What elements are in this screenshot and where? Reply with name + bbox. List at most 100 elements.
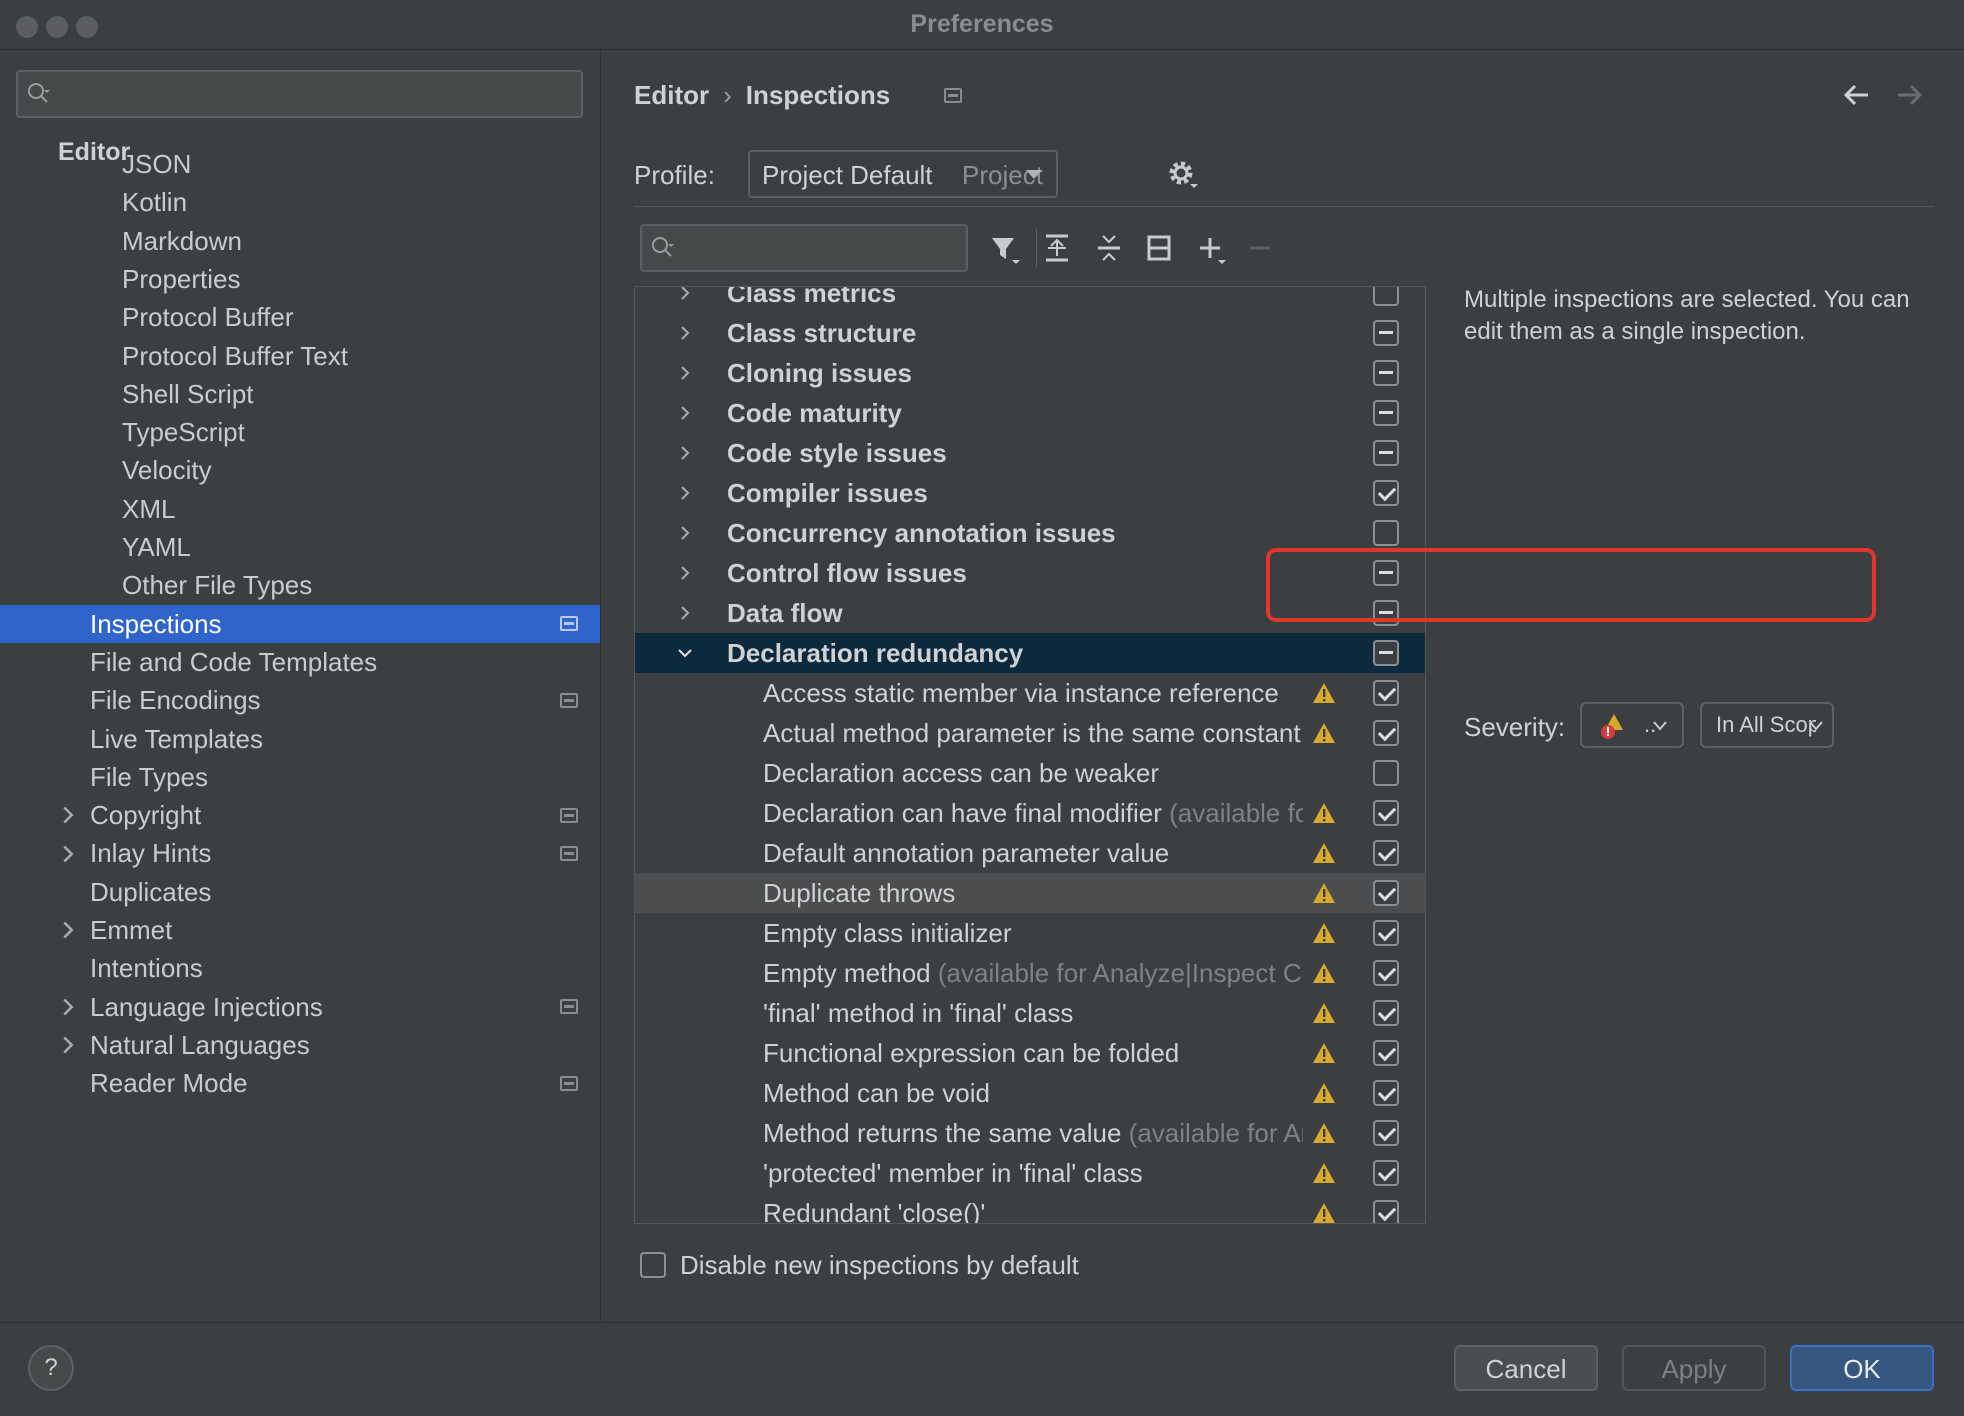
chevron-right-icon[interactable] bbox=[677, 525, 693, 541]
sidebar-item[interactable]: Language Injections bbox=[0, 988, 600, 1026]
inspection-group-row[interactable]: Data flow bbox=[635, 593, 1425, 633]
inspection-checkbox[interactable] bbox=[1373, 680, 1399, 706]
gear-icon[interactable] bbox=[1166, 158, 1200, 192]
inspection-search-input[interactable] bbox=[640, 224, 968, 272]
chevron-right-icon[interactable] bbox=[677, 365, 693, 381]
sidebar-item[interactable]: Velocity bbox=[0, 451, 600, 489]
sidebar-item[interactable]: Natural Languages bbox=[0, 1026, 600, 1064]
inspection-checkbox[interactable] bbox=[1373, 600, 1399, 626]
chevron-right-icon[interactable] bbox=[677, 325, 693, 341]
add-icon[interactable] bbox=[1192, 228, 1230, 268]
inspection-row[interactable]: Duplicate throws bbox=[635, 873, 1425, 913]
chevron-right-icon[interactable] bbox=[677, 445, 693, 461]
filter-icon[interactable] bbox=[986, 228, 1024, 268]
inspection-checkbox[interactable] bbox=[1373, 320, 1399, 346]
severity-dropdown[interactable]: .. bbox=[1580, 702, 1684, 748]
chevron-right-icon[interactable] bbox=[58, 920, 78, 940]
sidebar-item[interactable]: Protocol Buffer Text bbox=[0, 337, 600, 375]
inspection-row[interactable]: Default annotation parameter value bbox=[635, 833, 1425, 873]
inspection-checkbox[interactable] bbox=[1373, 287, 1399, 306]
sidebar-item[interactable]: Live Templates bbox=[0, 720, 600, 758]
inspection-group-row[interactable]: Concurrency annotation issues bbox=[635, 513, 1425, 553]
sidebar-item[interactable]: Intentions bbox=[0, 949, 600, 987]
inspection-checkbox[interactable] bbox=[1373, 840, 1399, 866]
chevron-right-icon[interactable] bbox=[58, 844, 78, 864]
inspection-row[interactable]: Functional expression can be folded bbox=[635, 1033, 1425, 1073]
chevron-right-icon[interactable] bbox=[677, 485, 693, 501]
chevron-right-icon[interactable] bbox=[58, 997, 78, 1017]
inspection-row[interactable]: Access static member via instance refere… bbox=[635, 673, 1425, 713]
inspection-checkbox[interactable] bbox=[1373, 1080, 1399, 1106]
inspection-checkbox[interactable] bbox=[1373, 360, 1399, 386]
expand-all-icon[interactable] bbox=[1038, 228, 1076, 268]
inspection-row[interactable]: Empty class initializer bbox=[635, 913, 1425, 953]
disable-new-inspections-checkbox[interactable] bbox=[640, 1252, 666, 1278]
inspection-row[interactable]: 'protected' member in 'final' class bbox=[635, 1153, 1425, 1193]
chevron-right-icon[interactable] bbox=[58, 805, 78, 825]
chevron-right-icon[interactable] bbox=[677, 286, 693, 301]
inspection-checkbox[interactable] bbox=[1373, 520, 1399, 546]
sidebar-item[interactable]: Reader Mode bbox=[0, 1064, 600, 1102]
back-arrow-icon[interactable] bbox=[1840, 78, 1874, 112]
inspection-checkbox[interactable] bbox=[1373, 800, 1399, 826]
sidebar-item[interactable]: Kotlin bbox=[0, 183, 600, 221]
sidebar-search-input[interactable] bbox=[16, 70, 583, 118]
inspection-checkbox[interactable] bbox=[1373, 1200, 1399, 1223]
inspection-group-row[interactable]: Class metrics bbox=[635, 286, 1425, 313]
apply-button[interactable]: Apply bbox=[1622, 1345, 1766, 1391]
sidebar-item[interactable]: Duplicates bbox=[0, 873, 600, 911]
inspection-checkbox[interactable] bbox=[1373, 1040, 1399, 1066]
inspection-checkbox[interactable] bbox=[1373, 480, 1399, 506]
inspection-group-row[interactable]: Control flow issues bbox=[635, 553, 1425, 593]
cancel-button[interactable]: Cancel bbox=[1454, 1345, 1598, 1391]
inspection-checkbox[interactable] bbox=[1373, 920, 1399, 946]
sidebar-item[interactable]: File Encodings bbox=[0, 681, 600, 719]
inspection-checkbox[interactable] bbox=[1373, 560, 1399, 586]
sidebar-item[interactable]: File and Code Templates bbox=[0, 643, 600, 681]
scope-dropdown[interactable]: In All Scopes bbox=[1700, 702, 1834, 748]
breadcrumb-parent[interactable]: Editor bbox=[634, 80, 709, 111]
chevron-right-icon[interactable] bbox=[677, 565, 693, 581]
sidebar-item[interactable]: Inspections bbox=[0, 604, 600, 643]
chevron-right-icon[interactable] bbox=[58, 1035, 78, 1055]
inspection-checkbox[interactable] bbox=[1373, 760, 1399, 786]
disable-new-inspections-label[interactable]: Disable new inspections by default bbox=[680, 1250, 1079, 1281]
inspection-row[interactable]: Method can be void bbox=[635, 1073, 1425, 1113]
chevron-right-icon[interactable] bbox=[677, 405, 693, 421]
inspection-group-row[interactable]: Code maturity bbox=[635, 393, 1425, 433]
inspection-row[interactable]: 'final' method in 'final' class bbox=[635, 993, 1425, 1033]
inspection-group-row[interactable]: Compiler issues bbox=[635, 473, 1425, 513]
sidebar-item[interactable]: File Types bbox=[0, 758, 600, 796]
sidebar-item[interactable]: Properties bbox=[0, 260, 600, 298]
inspection-row[interactable]: Actual method parameter is the same cons… bbox=[635, 713, 1425, 753]
profile-dropdown[interactable]: Project Default Project bbox=[748, 150, 1058, 198]
ok-button[interactable]: OK bbox=[1790, 1345, 1934, 1391]
inspection-row[interactable]: Declaration access can be weaker bbox=[635, 753, 1425, 793]
sidebar-item[interactable]: Copyright bbox=[0, 796, 600, 834]
inspection-checkbox[interactable] bbox=[1373, 1000, 1399, 1026]
inspection-checkbox[interactable] bbox=[1373, 440, 1399, 466]
inspection-row[interactable]: Declaration can have final modifier (ava… bbox=[635, 793, 1425, 833]
sidebar-item[interactable]: YAML bbox=[0, 528, 600, 566]
sidebar-item[interactable]: XML bbox=[0, 490, 600, 528]
inspection-checkbox[interactable] bbox=[1373, 880, 1399, 906]
inspection-checkbox[interactable] bbox=[1373, 720, 1399, 746]
sidebar-item[interactable]: Inlay Hints bbox=[0, 834, 600, 872]
collapse-all-icon[interactable] bbox=[1090, 228, 1128, 268]
inspection-row[interactable]: Empty method (available for Analyze|Insp… bbox=[635, 953, 1425, 993]
inspection-group-row[interactable]: Cloning issues bbox=[635, 353, 1425, 393]
inspection-checkbox[interactable] bbox=[1373, 400, 1399, 426]
reset-icon[interactable] bbox=[1140, 228, 1178, 268]
forward-arrow-icon[interactable] bbox=[1892, 78, 1926, 112]
sidebar-item[interactable]: Protocol Buffer bbox=[0, 298, 600, 336]
inspection-checkbox[interactable] bbox=[1373, 1160, 1399, 1186]
sidebar-item[interactable]: Emmet bbox=[0, 911, 600, 949]
sidebar-item[interactable]: TypeScript bbox=[0, 413, 600, 451]
inspection-group-row[interactable]: Code style issues bbox=[635, 433, 1425, 473]
inspection-row[interactable]: Redundant 'close()' bbox=[635, 1193, 1425, 1223]
sidebar-item[interactable]: Shell Script bbox=[0, 375, 600, 413]
chevron-down-icon[interactable] bbox=[677, 645, 693, 661]
sidebar-item[interactable]: Other File Types bbox=[0, 566, 600, 604]
inspection-group-row[interactable]: Declaration redundancy bbox=[635, 633, 1425, 673]
chevron-right-icon[interactable] bbox=[677, 605, 693, 621]
